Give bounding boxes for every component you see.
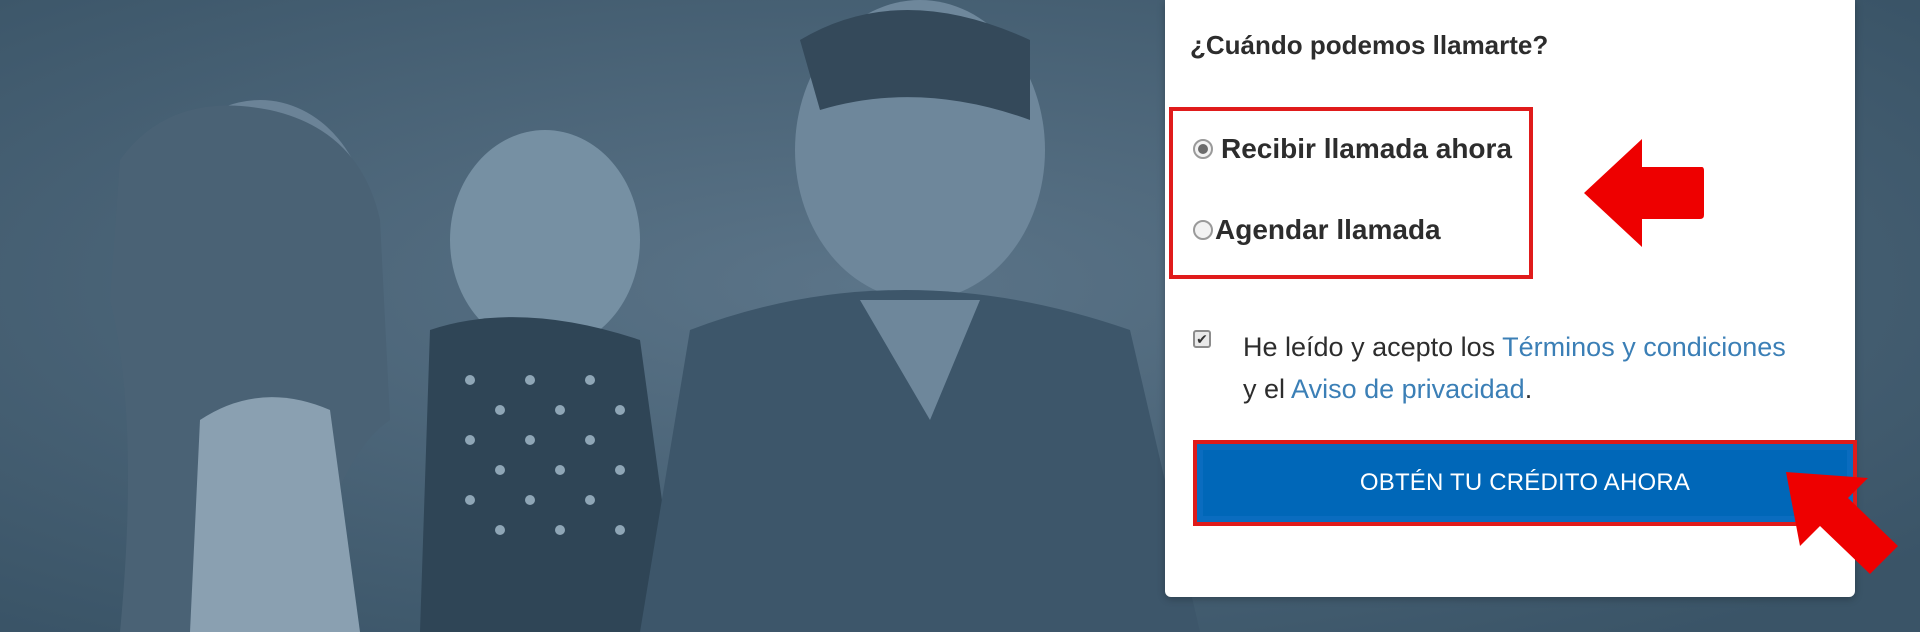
annotation-arrow-diagonal-icon [1786,472,1898,574]
get-credit-button[interactable]: OBTÉN TU CRÉDITO AHORA › [1203,450,1847,516]
terms-link[interactable]: Términos y condiciones [1502,332,1786,362]
radio-button[interactable] [1193,220,1213,240]
terms-middle: y el [1243,374,1286,404]
callback-question: ¿Cuándo podemos llamarte? [1190,30,1549,60]
terms-text: He leído y acepto los Términos y condici… [1243,326,1803,410]
terms-prefix: He leído y acepto los [1243,332,1496,362]
page: ¿Cuándo podemos llamarte? Recibir llamad… [0,0,1920,632]
option-schedule-call[interactable]: Agendar llamada [1193,214,1441,246]
cta-label: OBTÉN TU CRÉDITO AHORA [1359,469,1691,496]
terms-checkbox[interactable]: ✔ [1193,330,1211,348]
callback-form-card: ¿Cuándo podemos llamarte? Recibir llamad… [1165,0,1857,597]
radio-button-selected[interactable] [1193,139,1213,159]
option-call-now[interactable]: Recibir llamada ahora [1193,133,1512,165]
annotation-arrow-left-icon [1584,139,1704,247]
privacy-link[interactable]: Aviso de privacidad [1291,374,1525,404]
option-label: Recibir llamada ahora [1221,133,1513,164]
annotation-highlight-box: OBTÉN TU CRÉDITO AHORA › [1193,440,1857,526]
option-label: Agendar llamada [1215,214,1441,245]
terms-suffix: . [1524,374,1533,404]
